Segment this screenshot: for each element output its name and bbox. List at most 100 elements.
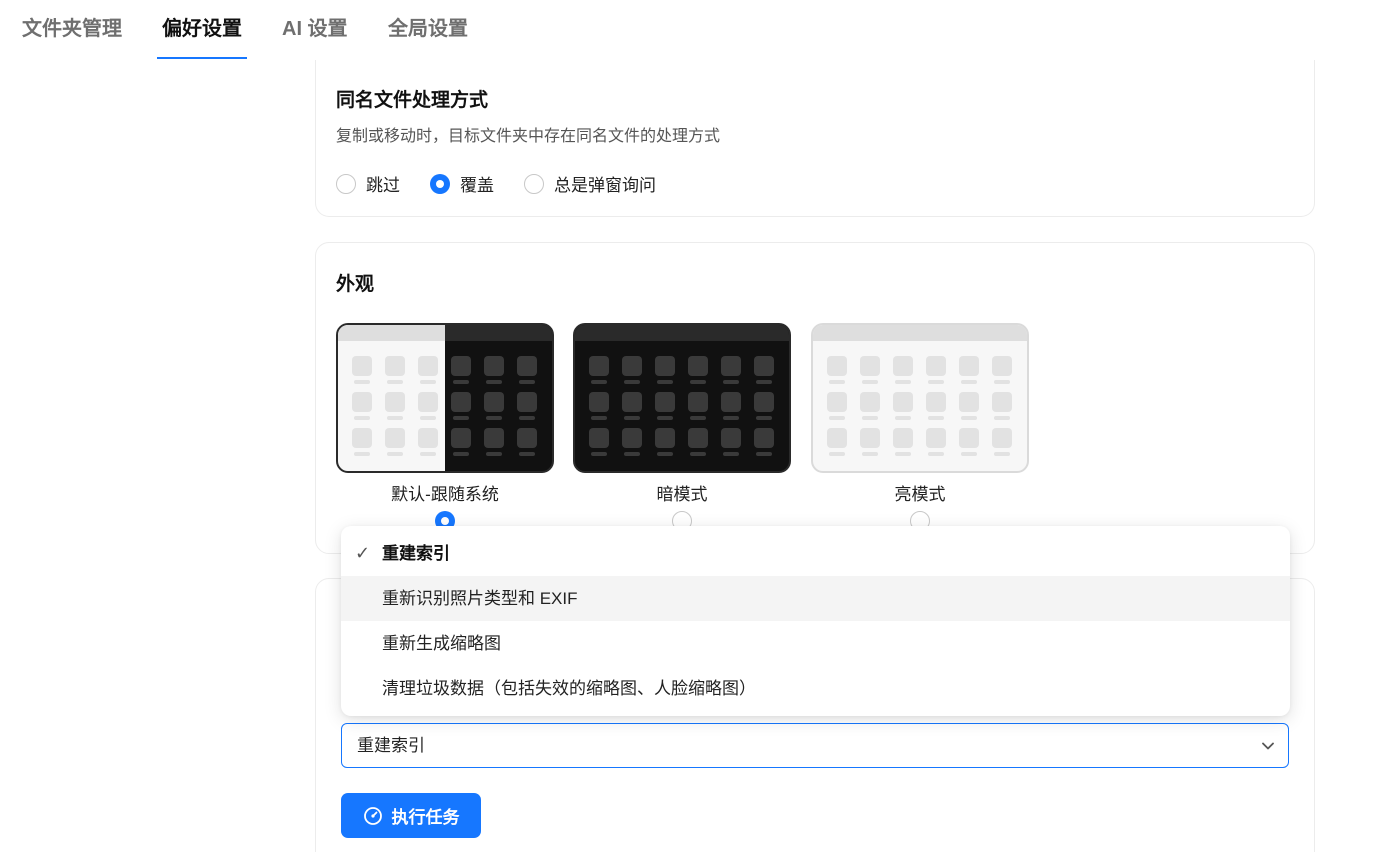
preview-tile-caption	[994, 416, 1010, 420]
task-select[interactable]: 重建索引	[341, 723, 1289, 768]
preview-tile	[517, 428, 537, 448]
preview-tile-caption	[829, 416, 845, 420]
preview-tile-caption	[895, 380, 911, 384]
preview-tile	[754, 428, 774, 448]
option-overwrite[interactable]: 覆盖	[430, 171, 494, 196]
run-task-button[interactable]: 执行任务	[341, 793, 481, 838]
preview-tile-caption	[994, 452, 1010, 456]
preview-tile-caption	[756, 452, 772, 456]
preview-tile-caption	[862, 416, 878, 420]
preview-tile	[418, 356, 438, 376]
option-skip[interactable]: 跳过	[336, 171, 400, 196]
duplicate-handling-description: 复制或移动时，目标文件夹中存在同名文件的处理方式	[336, 128, 721, 145]
preview-tile-caption	[486, 416, 502, 420]
preview-tile-caption	[829, 380, 845, 384]
menu-item-reidentify-exif[interactable]: 重新识别照片类型和 EXIF	[341, 576, 1290, 621]
preview-tile-caption	[519, 416, 535, 420]
settings-tabs: 文件夹管理 偏好设置 AI 设置 全局设置	[0, 0, 1376, 60]
theme-dark-titlebar	[575, 325, 789, 341]
preview-tile	[992, 392, 1012, 412]
preview-tile	[385, 392, 405, 412]
preview-tile-caption	[690, 380, 706, 384]
preview-tile	[517, 356, 537, 376]
preview-tile	[352, 428, 372, 448]
menu-item-label: 清理垃圾数据（包括失效的缩略图、人脸缩略图）	[382, 679, 756, 698]
radio-skip[interactable]	[336, 173, 356, 194]
theme-dark-preview[interactable]	[573, 323, 791, 473]
preview-tile	[418, 428, 438, 448]
preview-tile	[959, 428, 979, 448]
preview-tile	[959, 392, 979, 412]
preview-tile-caption	[624, 416, 640, 420]
preview-tile-caption	[354, 380, 370, 384]
preview-tile-caption	[519, 452, 535, 456]
tab-folder-management[interactable]: 文件夹管理	[22, 12, 122, 59]
preview-tile	[484, 392, 504, 412]
menu-item-rebuild-index[interactable]: ✓ 重建索引	[341, 531, 1290, 576]
theme-system-label: 默认-跟随系统	[391, 485, 499, 504]
theme-light-titlebar	[813, 325, 1027, 341]
preview-tile-caption	[756, 416, 772, 420]
appearance-title: 外观	[336, 274, 375, 295]
theme-system-preview[interactable]	[336, 323, 554, 473]
preview-tile	[926, 428, 946, 448]
preview-tile-caption	[486, 380, 502, 384]
preview-tile-caption	[519, 380, 535, 384]
preview-tile	[860, 356, 880, 376]
preview-tile-caption	[387, 380, 403, 384]
preview-tile-caption	[453, 416, 469, 420]
preview-tile	[451, 428, 471, 448]
preview-tile-caption	[486, 452, 502, 456]
preview-tile	[622, 356, 642, 376]
option-always-ask[interactable]: 总是弹窗询问	[524, 171, 656, 196]
preview-tile-caption	[961, 416, 977, 420]
preview-tile	[451, 392, 471, 412]
tab-global-settings[interactable]: 全局设置	[388, 12, 468, 59]
preview-tile	[754, 392, 774, 412]
preview-tile	[860, 392, 880, 412]
theme-light-preview[interactable]	[811, 323, 1029, 473]
tab-ai-settings[interactable]: AI 设置	[282, 12, 348, 59]
preview-tile	[754, 356, 774, 376]
preview-tile-caption	[420, 452, 436, 456]
preview-tile-caption	[387, 416, 403, 420]
preview-tile-caption	[420, 416, 436, 420]
preview-tile	[655, 428, 675, 448]
preview-tile-caption	[723, 416, 739, 420]
duplicate-handling-card: 同名文件处理方式 复制或移动时，目标文件夹中存在同名文件的处理方式 跳过 覆盖 …	[315, 60, 1315, 217]
preview-tile	[352, 392, 372, 412]
preview-tile-caption	[862, 452, 878, 456]
theme-system-titlebar	[338, 325, 552, 341]
preview-tile	[926, 392, 946, 412]
tab-preferences[interactable]: 偏好设置	[157, 12, 247, 59]
preview-tile-caption	[354, 416, 370, 420]
preview-tile-caption	[624, 452, 640, 456]
menu-item-label: 重建索引	[382, 544, 450, 563]
duplicate-handling-title: 同名文件处理方式	[336, 90, 489, 111]
preview-tile-caption	[862, 380, 878, 384]
preview-tile	[517, 392, 537, 412]
preview-tile-caption	[354, 452, 370, 456]
chevron-down-icon	[1262, 742, 1274, 750]
preview-tile-caption	[453, 380, 469, 384]
preview-tile	[451, 356, 471, 376]
menu-item-clean-garbage[interactable]: 清理垃圾数据（包括失效的缩略图、人脸缩略图）	[341, 666, 1290, 711]
radio-overwrite[interactable]	[430, 173, 450, 194]
preview-tile-caption	[829, 452, 845, 456]
preview-tile	[992, 428, 1012, 448]
preview-tile	[418, 392, 438, 412]
preview-tile-caption	[961, 452, 977, 456]
radio-always-ask[interactable]	[524, 173, 544, 194]
preview-tile	[893, 356, 913, 376]
menu-item-regenerate-thumbnails[interactable]: 重新生成缩略图	[341, 621, 1290, 666]
preview-tile	[688, 428, 708, 448]
preview-tile	[589, 356, 609, 376]
preview-tile-caption	[961, 380, 977, 384]
preview-tile	[385, 356, 405, 376]
preview-tile	[992, 356, 1012, 376]
preview-tile-caption	[591, 380, 607, 384]
preview-tile-caption	[453, 452, 469, 456]
preview-tile-caption	[690, 452, 706, 456]
preview-tile	[827, 356, 847, 376]
preview-tile	[827, 392, 847, 412]
